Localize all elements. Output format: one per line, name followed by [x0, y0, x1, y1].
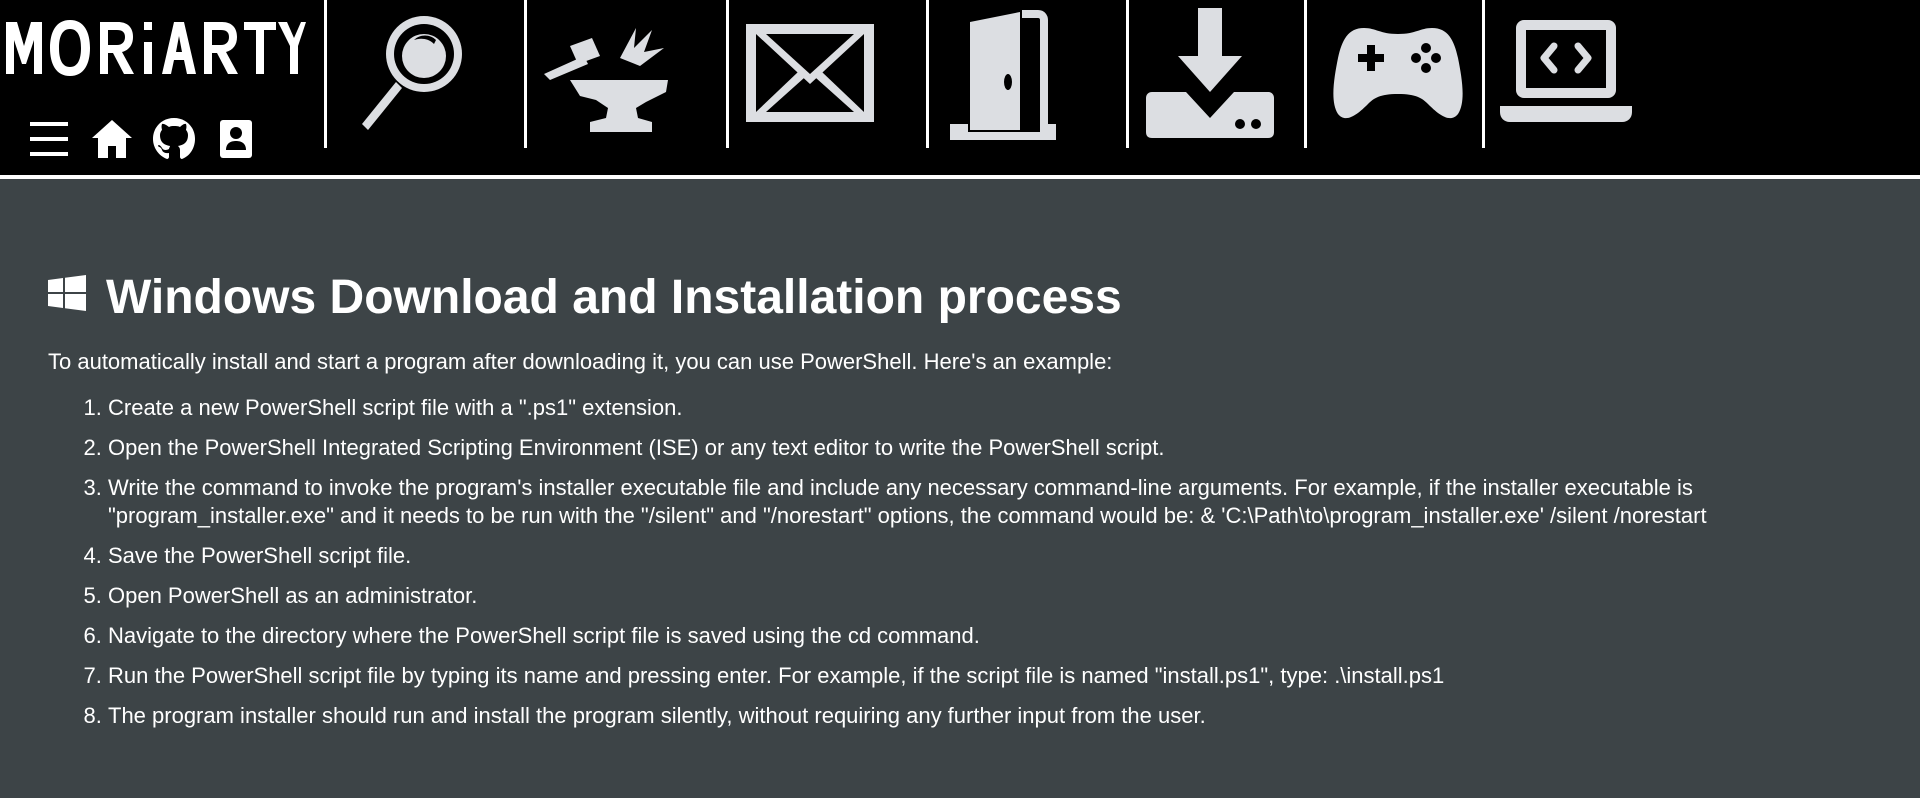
page-title: Windows Download and Installation proces… — [106, 271, 1122, 324]
home-button[interactable] — [90, 116, 134, 164]
divider — [1304, 0, 1307, 148]
github-icon — [153, 118, 195, 159]
github-button[interactable] — [152, 116, 196, 164]
menu-icon — [30, 122, 68, 156]
moriarty-logo[interactable] — [4, 12, 306, 84]
games-nav-tile[interactable] — [1328, 0, 1468, 148]
intro-paragraph: To automatically install and start a pro… — [48, 349, 1113, 374]
divider — [1482, 0, 1485, 148]
list-item: Run the PowerShell script file by typing… — [108, 662, 1878, 690]
list-item: Open the PowerShell Integrated Scripting… — [108, 434, 1878, 462]
download-icon — [1146, 8, 1274, 138]
list-item: Create a new PowerShell script file with… — [108, 394, 1878, 422]
list-item: Save the PowerShell script file. — [108, 542, 1878, 570]
code-nav-tile[interactable] — [1496, 0, 1636, 148]
divider — [726, 0, 729, 148]
contact-card-icon — [220, 120, 252, 158]
header-bottom-rule — [0, 175, 1920, 179]
list-item: Write the command to invoke the program'… — [108, 474, 1878, 530]
menu-button[interactable] — [28, 116, 72, 164]
contact-button[interactable] — [214, 116, 258, 164]
search-nav-tile[interactable] — [340, 0, 470, 148]
divider — [926, 0, 929, 148]
code-laptop-icon — [1500, 20, 1632, 122]
envelope-icon — [746, 24, 874, 122]
download-nav-tile[interactable] — [1142, 0, 1278, 148]
door-icon — [950, 10, 1056, 140]
main-content: Windows Download and Installation proces… — [48, 268, 1878, 742]
divider — [1126, 0, 1129, 148]
forge-nav-tile[interactable] — [540, 0, 670, 148]
home-icon — [92, 120, 132, 158]
anvil-forge-icon — [544, 28, 668, 132]
gamepad-icon — [1333, 28, 1463, 119]
list-item: The program installer should run and ins… — [108, 702, 1878, 730]
instruction-steps: Create a new PowerShell script file with… — [48, 394, 1878, 730]
mail-nav-tile[interactable] — [742, 0, 878, 148]
windows-icon — [48, 275, 86, 311]
list-item: Navigate to the directory where the Powe… — [108, 622, 1878, 650]
search-icon — [362, 16, 462, 130]
divider — [324, 0, 327, 148]
list-item: Open PowerShell as an administrator. — [108, 582, 1878, 610]
top-navigation-bar — [0, 0, 1920, 175]
brand-area — [0, 0, 322, 175]
divider — [524, 0, 527, 148]
title-row: Windows Download and Installation proces… — [48, 268, 1878, 328]
mini-nav — [28, 116, 276, 164]
door-nav-tile[interactable] — [948, 0, 1074, 148]
